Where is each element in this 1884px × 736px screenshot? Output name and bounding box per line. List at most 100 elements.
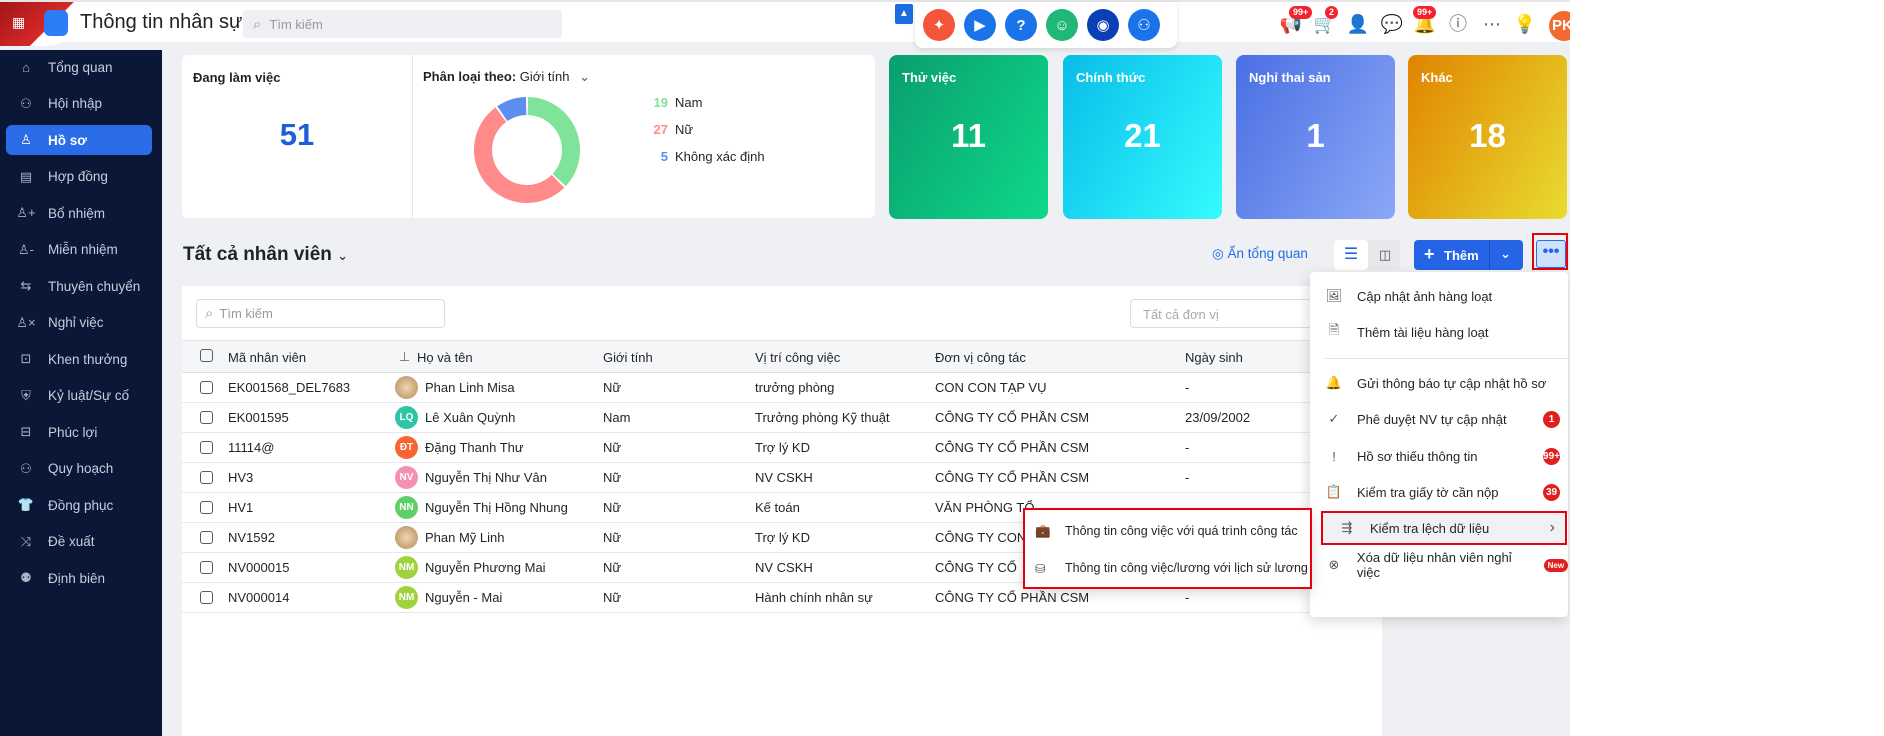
select-all-checkbox[interactable] [200, 349, 213, 362]
unit-filter-select[interactable]: Tất cả đơn vị [1130, 299, 1330, 328]
table-row[interactable]: 11114@ ĐT Đặng Thanh Thư Nữ Trợ lý KD CÔNG TY… [182, 433, 1382, 463]
row-checkbox[interactable] [200, 471, 213, 484]
messages-icon[interactable]: 💬 [1380, 12, 1404, 36]
team-icon[interactable]: ⚇ [1128, 9, 1160, 41]
stat-value: 11 [951, 117, 986, 154]
row-checkbox[interactable] [200, 441, 213, 454]
sidebar-item[interactable]: ⤨ Đề xuất [6, 527, 152, 557]
pin-icon[interactable]: ⊥ [399, 349, 410, 365]
row-checkbox[interactable] [200, 501, 213, 514]
stat-card[interactable]: Khác 18 [1408, 55, 1567, 219]
menu-item[interactable]: 🔔 Gửi thông báo tự cập nhật hồ sơ [1310, 366, 1568, 400]
employee-name[interactable]: Nguyễn Phương Mai [425, 560, 546, 575]
working-count: 51 [279, 117, 315, 152]
employee-code: EK001568_DEL7683 [228, 380, 351, 395]
notification-bell-icon[interactable]: 🔔 99+ [1413, 6, 1437, 36]
more-circle-icon[interactable]: ⋯ [1480, 12, 1504, 36]
global-search-input[interactable]: ⌕ Tìm kiếm [243, 10, 562, 38]
app-logo[interactable]: ▦ [0, 2, 78, 46]
submenu-item-salary-history[interactable]: ⛁ Thông tin công việc/lương với lịch sử l… [1025, 551, 1308, 585]
employee-name[interactable]: Phan Linh Misa [425, 380, 515, 395]
employee-code: HV3 [228, 470, 254, 485]
menu-divider [1324, 358, 1570, 359]
sidebar-item[interactable]: ⛨ Kỷ luật/Sự cố [6, 381, 152, 411]
classify-dropdown[interactable]: Phân loại theo: Giới tính ⌄ [423, 69, 590, 85]
menu-item[interactable]: 🖼 Cập nhật ảnh hàng loạt [1310, 279, 1568, 313]
menu-item[interactable]: ! Hồ sơ thiếu thông tin 99+ [1310, 439, 1568, 473]
robot-icon[interactable]: ◉ [1087, 9, 1119, 41]
sidebar-item[interactable]: ♙+ Bổ nhiệm [6, 198, 152, 228]
sidebar-item-label: Thuyên chuyển [48, 278, 141, 294]
employee-name[interactable]: Nguyễn - Mai [425, 590, 502, 605]
quick-toolbar: ✦ ▶ ? ☺ ◉ ⚇ [915, 2, 1177, 48]
add-button[interactable]: + Thêm ⌄ [1414, 240, 1523, 270]
menu-item[interactable]: 🗎 Thêm tài liệu hàng loạt [1310, 315, 1568, 349]
add-user-icon[interactable]: 👤 [1346, 12, 1370, 36]
help-icon[interactable]: ? [1005, 9, 1037, 41]
column-header[interactable]: Giới tính [603, 350, 653, 365]
more-actions-button[interactable]: ••• [1532, 233, 1568, 270]
row-checkbox[interactable] [200, 531, 213, 544]
sidebar-item[interactable]: ⊡ Khen thưởng [6, 344, 152, 374]
sidebar-item[interactable]: 👕 Đồng phục [6, 490, 152, 520]
apps-grid-icon[interactable]: ▦ [12, 14, 28, 30]
employee-name[interactable]: Nguyễn Thị Hồng Nhung [425, 500, 568, 515]
table-row[interactable]: EK001568_DEL7683 Phan Linh Misa Nữ trưởng p… [182, 373, 1382, 403]
menu-item[interactable]: ⇶ Kiểm tra lệch dữ liệu › [1321, 511, 1567, 545]
submenu-item-work-history[interactable]: 💼 Thông tin công việc với quá trình công … [1025, 514, 1298, 548]
sidebar-item[interactable]: ⊟ Phúc lợi [6, 417, 152, 447]
user-avatar[interactable]: PK [1549, 11, 1570, 41]
employee-name[interactable]: Lê Xuân Quỳnh [425, 410, 515, 425]
employee-name[interactable]: Đặng Thanh Thư [425, 440, 524, 455]
column-header[interactable]: Vị trí công việc [755, 350, 840, 365]
stat-card[interactable]: Thử việc 11 [889, 55, 1048, 219]
hide-overview-button[interactable]: ◎ Ẩn tổng quan [1212, 246, 1308, 262]
sidebar-item[interactable]: ⚉ Định biên [6, 563, 152, 593]
employee-code: EK001595 [228, 410, 289, 425]
table-row[interactable]: EK001595 LQ Lê Xuân Quỳnh Nam Trưởng phòng K… [182, 403, 1382, 433]
sidebar-item[interactable]: ▤ Hợp đồng [6, 162, 152, 192]
chevron-down-icon[interactable]: ⌄ [1500, 246, 1511, 262]
announcement-icon[interactable]: 📢 99+ [1279, 6, 1313, 36]
column-header[interactable]: Ngày sinh [1185, 350, 1243, 365]
help-circle-icon[interactable]: ⓘ [1446, 12, 1470, 36]
stat-card[interactable]: Chính thức 21 [1063, 55, 1222, 219]
sidebar-item[interactable]: ⌂ Tổng quan [6, 52, 152, 82]
swap-icon: ⇆ [20, 278, 32, 293]
stat-label: Thử việc [902, 70, 957, 85]
hr-app-icon [44, 10, 68, 36]
stat-card[interactable]: Nghỉ thai sản 1 [1236, 55, 1395, 219]
sidebar-item-label: Nghỉ việc [48, 315, 104, 330]
row-checkbox[interactable] [200, 591, 213, 604]
sidebar-item[interactable]: ⚇ Quy hoạch [6, 454, 152, 484]
employee-name[interactable]: Phan Mỹ Linh [425, 530, 505, 545]
sidebar-item[interactable]: ♙× Nghỉ việc [6, 308, 152, 338]
menu-item[interactable]: ⊗ Xóa dữ liệu nhân viên nghỉ việc New [1310, 548, 1568, 582]
sidebar-item[interactable]: ⚇ Hội nhập [6, 89, 152, 119]
ai-sparkle-icon[interactable]: ✦ [923, 9, 955, 41]
column-header[interactable]: Đơn vị công tác [935, 350, 1026, 365]
table-search-input[interactable]: ⌕ Tìm kiếm [196, 299, 445, 328]
lightbulb-book-icon[interactable]: 💡 [1513, 12, 1537, 36]
row-checkbox[interactable] [200, 381, 213, 394]
menu-item[interactable]: ✓ Phê duyệt NV tự cập nhật 1 [1310, 402, 1568, 436]
cart-icon[interactable]: 🛒 2 [1313, 6, 1339, 36]
sidebar-item[interactable]: ⇆ Thuyên chuyển [6, 271, 152, 301]
column-header[interactable]: Mã nhân viên [228, 350, 306, 365]
column-header[interactable]: Họ và tên [417, 350, 473, 365]
row-checkbox[interactable] [200, 561, 213, 574]
collapse-toolbar-button[interactable]: ▲ [895, 4, 913, 24]
sidebar-item-label: Miễn nhiệm [48, 242, 118, 257]
play-icon[interactable]: ▶ [964, 9, 996, 41]
list-title-dropdown[interactable]: Tất cả nhân viên ⌄ [183, 244, 348, 266]
split-view-icon[interactable]: ◫ [1370, 240, 1400, 270]
employee-name[interactable]: Nguyễn Thị Như Vân [425, 470, 547, 485]
menu-item[interactable]: 📋 Kiểm tra giấy tờ cần nộp 39 [1310, 475, 1568, 509]
row-checkbox[interactable] [200, 411, 213, 424]
chat-bot-icon[interactable]: ☺ [1046, 9, 1078, 41]
list-view-icon[interactable]: ☰ [1334, 240, 1368, 270]
count-badge: 99+ [1543, 447, 1560, 465]
table-row[interactable]: HV3 NV Nguyễn Thị Như Vân Nữ NV CSKH CÔNG TY … [182, 463, 1382, 493]
sidebar-item[interactable]: ♙- Miễn nhiệm [6, 235, 152, 265]
sidebar-item[interactable]: ♙ Hồ sơ [6, 125, 152, 155]
